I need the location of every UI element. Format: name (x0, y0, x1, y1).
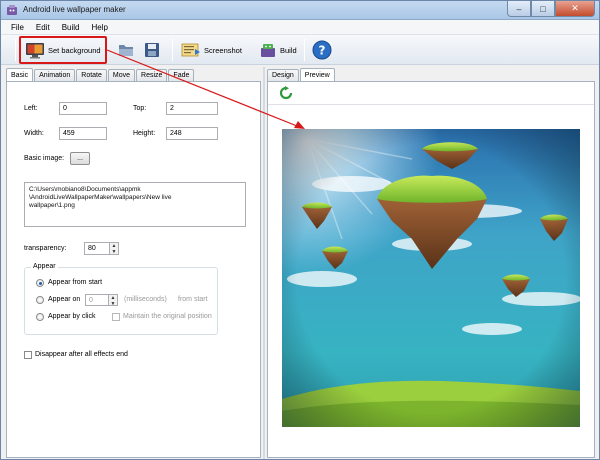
left-label: Left: (24, 105, 38, 112)
appear-by-click-label: Appear by click (48, 313, 96, 320)
panel-splitter[interactable] (263, 67, 265, 459)
menu-edit[interactable]: Edit (30, 23, 56, 32)
app-window: Android live wallpaper maker – □ ✕ File … (0, 0, 600, 460)
properties-panel: Basic Animation Rotate Move Resize Fade … (6, 67, 261, 458)
menu-bar: File Edit Build Help (1, 20, 599, 35)
maintain-position-checkbox[interactable] (112, 313, 120, 321)
appear-on-label: Appear on (48, 296, 81, 303)
transparency-input[interactable]: 80 (84, 242, 110, 255)
tab-preview[interactable]: Preview (299, 68, 335, 82)
preview-tab-content (267, 81, 595, 458)
menu-file[interactable]: File (5, 23, 30, 32)
toolbar: Set background Screenshot Build ? (1, 35, 599, 65)
image-path-line: \AndroidLiveWallpaperMaker\wallpapers\Ne… (29, 194, 172, 201)
window-title: Android live wallpaper maker (23, 5, 126, 14)
minimize-icon: – (516, 3, 522, 14)
top-label: Top: (133, 105, 147, 112)
transparency-label: transparency: (24, 245, 67, 252)
tab-move[interactable]: Move (107, 69, 136, 81)
tab-design[interactable]: Design (267, 69, 299, 81)
left-input[interactable]: 0 (59, 102, 107, 115)
appear-on-radio[interactable] (36, 296, 44, 304)
top-input[interactable]: 2 (166, 102, 218, 115)
tab-basic[interactable]: Basic (6, 68, 34, 82)
menu-help[interactable]: Help (85, 23, 113, 32)
title-bar: Android live wallpaper maker – □ ✕ (1, 1, 599, 20)
close-button[interactable]: ✕ (555, 1, 595, 17)
wallpaper-preview-image (282, 129, 580, 427)
minimize-button[interactable]: – (507, 1, 531, 17)
disappear-checkbox[interactable] (24, 351, 32, 359)
stepper-down-icon: ▼ (110, 301, 116, 307)
height-input[interactable]: 248 (166, 127, 218, 140)
open-button[interactable] (117, 39, 135, 61)
toolbar-separator (304, 39, 305, 61)
help-button[interactable]: ? (312, 39, 332, 61)
appear-group: Appear Appear from start Appear on 0 ▲ ▼… (24, 263, 218, 335)
width-input[interactable]: 459 (59, 127, 107, 140)
help-icon: ? (312, 40, 332, 60)
screenshot-button[interactable]: Screenshot (181, 39, 242, 61)
height-label: Height: (133, 130, 156, 137)
menu-build[interactable]: Build (56, 23, 86, 32)
tab-animation[interactable]: Animation (34, 69, 76, 81)
basic-tab-content: Left: 0 Top: 2 Width: 459 Height: 248 Ba… (6, 81, 261, 458)
save-icon (145, 43, 159, 57)
build-icon (261, 44, 275, 57)
disappear-label: Disappear after all effects end (35, 351, 128, 358)
svg-text:?: ? (319, 44, 326, 58)
image-path-line: wallpaper\1.png (29, 202, 75, 209)
milliseconds-label: (milliseconds) (124, 296, 167, 303)
toolbar-divider (268, 104, 594, 105)
basic-image-label: Basic image: (24, 155, 65, 162)
set-background-icon (26, 43, 44, 59)
image-path-line: C:\Users\mobiano8\Documents\appmk (29, 186, 141, 193)
stepper-down-icon: ▼ (111, 249, 117, 255)
toolbar-separator (15, 39, 16, 61)
maintain-position-label: Maintain the original position (123, 313, 212, 320)
appear-on-stepper[interactable]: ▲ ▼ (109, 294, 118, 307)
appear-from-start-radio[interactable] (36, 279, 44, 287)
appear-from-start-label: Appear from start (48, 279, 103, 286)
transparency-stepper[interactable]: ▲ ▼ (110, 242, 119, 255)
image-path-field[interactable]: C:\Users\mobiano8\Documents\appmk \Andro… (24, 182, 246, 227)
refresh-icon[interactable] (279, 86, 293, 100)
appear-by-click-radio[interactable] (36, 313, 44, 321)
save-button[interactable] (143, 39, 161, 61)
preview-panel: Design Preview (267, 67, 597, 459)
build-button[interactable]: Build (259, 39, 297, 61)
tab-rotate[interactable]: Rotate (76, 69, 107, 81)
maximize-icon: □ (540, 3, 546, 14)
build-label: Build (280, 45, 297, 55)
toolbar-separator (172, 39, 173, 61)
appear-group-title: Appear (31, 263, 58, 270)
from-start-suffix: from start (178, 296, 208, 303)
set-background-label: Set background (48, 45, 101, 55)
appear-on-input[interactable]: 0 (85, 294, 109, 306)
open-file-icon (119, 45, 133, 56)
screenshot-label: Screenshot (204, 45, 242, 55)
android-app-icon (7, 5, 17, 15)
close-icon: ✕ (571, 3, 579, 13)
tab-resize[interactable]: Resize (136, 69, 168, 81)
browse-image-button[interactable]: ... (70, 152, 90, 165)
maximize-button[interactable]: □ (531, 1, 555, 17)
width-label: Width: (24, 130, 44, 137)
tab-fade[interactable]: Fade (168, 69, 195, 81)
screenshot-icon (181, 43, 200, 57)
set-background-button[interactable]: Set background (25, 39, 101, 61)
